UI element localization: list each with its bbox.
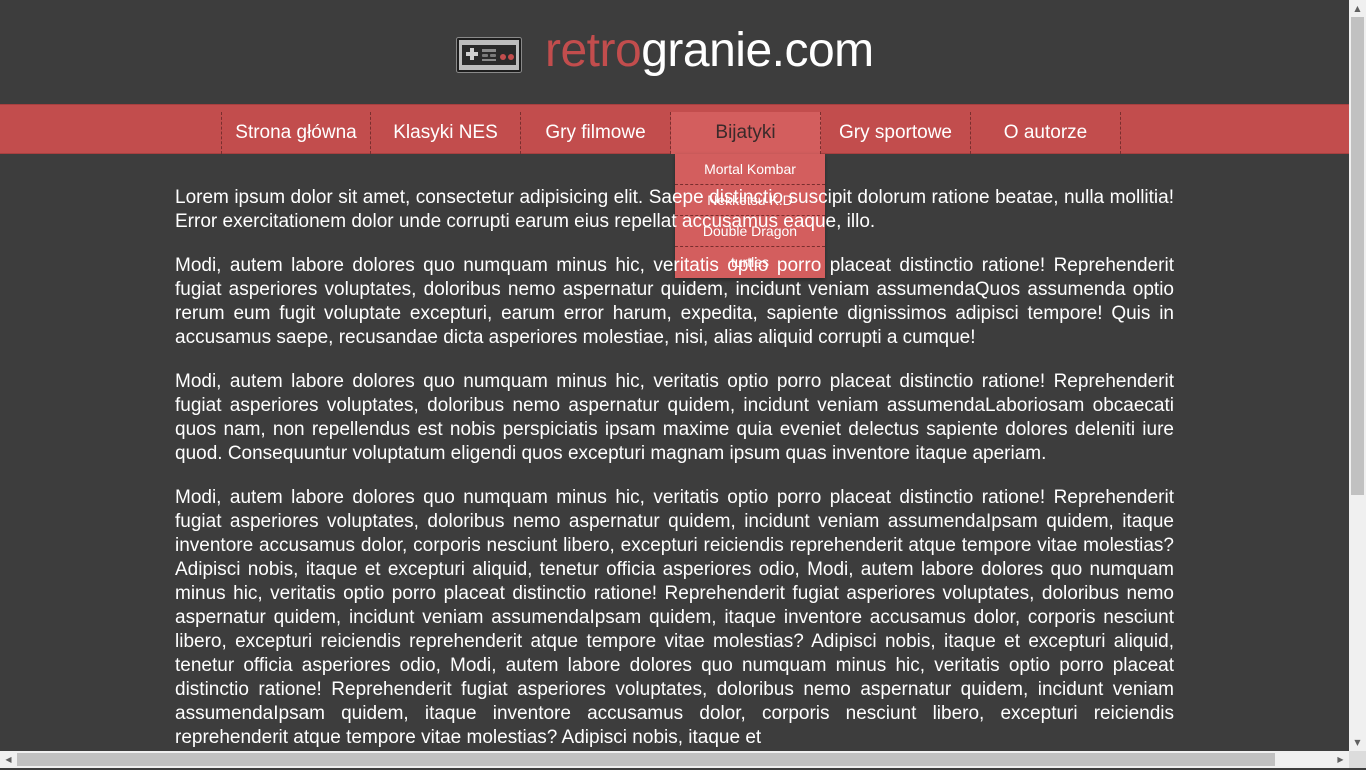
nav-item-movie-games[interactable]: Gry filmowe: [521, 112, 671, 154]
scroll-up-arrow-icon[interactable]: ▲: [1349, 0, 1366, 17]
nav-item-nes-classics[interactable]: Klasyki NES: [371, 112, 521, 154]
nav-item-sports-games[interactable]: Gry sportowe: [821, 112, 971, 154]
vertical-scroll-thumb[interactable]: [1351, 17, 1364, 495]
main-nav: Strona główna Klasyki NES Gry filmowe Bi…: [0, 104, 1349, 154]
scroll-down-arrow-icon[interactable]: ▼: [1349, 734, 1366, 751]
content-paragraph: Lorem ipsum dolor sit amet, consectetur …: [175, 187, 1174, 232]
horizontal-scrollbar[interactable]: ◀ ▶: [0, 751, 1349, 768]
content-paragraph: Modi, autem labore dolores quo numquam m…: [175, 255, 1174, 348]
nes-controller-icon[interactable]: [456, 37, 522, 73]
vertical-scrollbar[interactable]: ▲ ▼: [1349, 0, 1366, 751]
site-title-rest: granie.com: [641, 24, 874, 77]
nav-item-home[interactable]: Strona główna: [221, 112, 371, 154]
site-title-accent: retro: [545, 24, 642, 77]
dropdown-item-mortal-kombar[interactable]: Mortal Kombar: [675, 154, 825, 185]
nav-items: Strona główna Klasyki NES Gry filmowe Bi…: [221, 112, 1121, 154]
nav-item-about-author[interactable]: O autorze: [971, 112, 1121, 154]
scroll-right-arrow-icon[interactable]: ▶: [1332, 751, 1349, 768]
main-content: Lorem ipsum dolor sit amet, consectetur …: [175, 186, 1174, 770]
scroll-left-arrow-icon[interactable]: ◀: [0, 751, 17, 768]
content-paragraph: Modi, autem labore dolores quo numquam m…: [175, 371, 1174, 464]
content-paragraph: Modi, autem labore dolores quo numquam m…: [175, 487, 1174, 748]
nav-item-fighting-games[interactable]: Bijatyki: [671, 112, 821, 154]
site-title[interactable]: retrogranie.com: [545, 24, 874, 78]
scrollbar-corner: [1349, 751, 1366, 768]
site-header: retrogranie.com: [0, 0, 1349, 104]
horizontal-scroll-thumb[interactable]: [17, 753, 1275, 766]
